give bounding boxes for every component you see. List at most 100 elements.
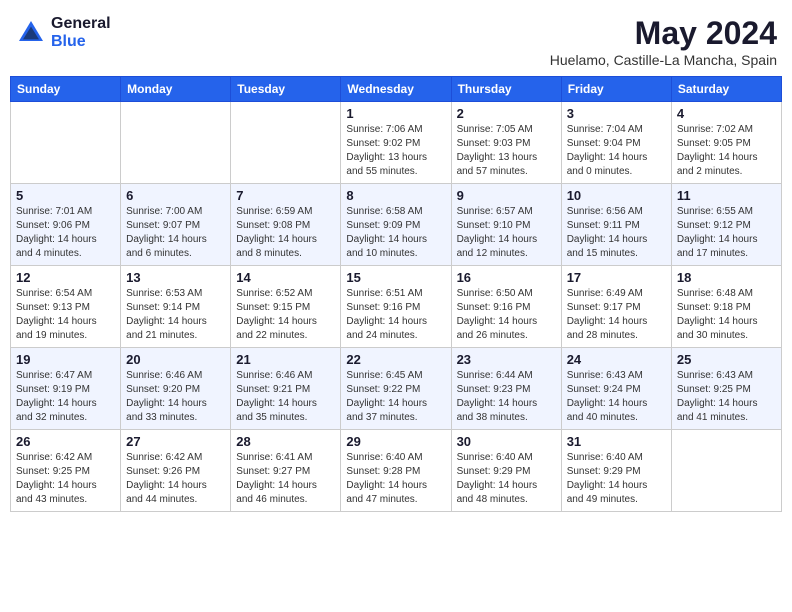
day-info: Sunrise: 7:05 AM Sunset: 9:03 PM Dayligh… xyxy=(457,123,556,179)
calendar-cell: 21Sunrise: 6:46 AM Sunset: 9:21 PM Dayli… xyxy=(231,348,341,430)
day-info: Sunrise: 6:51 AM Sunset: 9:16 PM Dayligh… xyxy=(346,287,445,343)
calendar-cell: 1 Sunrise: 7:06 AM Sunset: 9:02 PM Daylig… xyxy=(341,102,451,184)
calendar-cell: 25 Sunrise: 6:43 AM Sunset: 9:25 PM Dayli… xyxy=(671,348,781,430)
day-number: 30 xyxy=(457,434,556,449)
calendar-cell: 29 Sunrise: 6:40 AM Sunset: 9:28 PM Dayli… xyxy=(341,430,451,512)
calendar-cell: 14 Sunrise: 6:52 AM Sunset: 9:15 PM Dayli… xyxy=(231,266,341,348)
day-info: Sunrise: 6:57 AM Sunset: 9:10 PM Dayligh… xyxy=(457,205,556,261)
month-year: May 2024 xyxy=(550,15,777,52)
calendar-cell: 8 Sunrise: 6:58 AM Sunset: 9:09 PM Daylig… xyxy=(341,184,451,266)
calendar-week-row: 19Sunrise: 6:47 AM Sunset: 9:19 PM Dayli… xyxy=(11,348,782,430)
day-info: Sunrise: 7:02 AM Sunset: 9:05 PM Dayligh… xyxy=(677,123,776,179)
day-info: Sunrise: 6:43 AM Sunset: 9:25 PM Dayligh… xyxy=(677,369,776,425)
calendar-cell: 6 Sunrise: 7:00 AM Sunset: 9:07 PM Daylig… xyxy=(121,184,231,266)
day-info: Sunrise: 6:59 AM Sunset: 9:08 PM Dayligh… xyxy=(236,205,335,261)
calendar-cell: 19Sunrise: 6:47 AM Sunset: 9:19 PM Dayli… xyxy=(11,348,121,430)
day-number: 2 xyxy=(457,106,556,121)
calendar-cell: 20 Sunrise: 6:46 AM Sunset: 9:20 PM Dayli… xyxy=(121,348,231,430)
calendar-cell: 15 Sunrise: 6:51 AM Sunset: 9:16 PM Dayli… xyxy=(341,266,451,348)
day-info: Sunrise: 6:41 AM Sunset: 9:27 PM Dayligh… xyxy=(236,451,335,507)
day-number: 15 xyxy=(346,270,445,285)
day-number: 11 xyxy=(677,188,776,203)
day-info: Sunrise: 7:04 AM Sunset: 9:04 PM Dayligh… xyxy=(567,123,666,179)
calendar-cell: 10 Sunrise: 6:56 AM Sunset: 9:11 PM Dayli… xyxy=(561,184,671,266)
calendar-cell: 2 Sunrise: 7:05 AM Sunset: 9:03 PM Daylig… xyxy=(451,102,561,184)
calendar-header-saturday: Saturday xyxy=(671,77,781,102)
calendar-cell xyxy=(231,102,341,184)
calendar-week-row: 1 Sunrise: 7:06 AM Sunset: 9:02 PM Daylig… xyxy=(11,102,782,184)
day-number: 3 xyxy=(567,106,666,121)
day-number: 1 xyxy=(346,106,445,121)
logo: General Blue xyxy=(15,15,111,50)
calendar-cell: 27Sunrise: 6:42 AM Sunset: 9:26 PM Dayli… xyxy=(121,430,231,512)
calendar-cell xyxy=(671,430,781,512)
day-info: Sunrise: 6:46 AM Sunset: 9:20 PM Dayligh… xyxy=(126,369,225,425)
calendar-cell: 31 Sunrise: 6:40 AM Sunset: 9:29 PM Dayli… xyxy=(561,430,671,512)
calendar-week-row: 26 Sunrise: 6:42 AM Sunset: 9:25 PM Dayli… xyxy=(11,430,782,512)
day-number: 9 xyxy=(457,188,556,203)
calendar-header-sunday: Sunday xyxy=(11,77,121,102)
calendar-header-thursday: Thursday xyxy=(451,77,561,102)
calendar-cell xyxy=(11,102,121,184)
calendar-cell: 16 Sunrise: 6:50 AM Sunset: 9:16 PM Dayli… xyxy=(451,266,561,348)
calendar-cell xyxy=(121,102,231,184)
day-info: Sunrise: 6:44 AM Sunset: 9:23 PM Dayligh… xyxy=(457,369,556,425)
day-info: Sunrise: 6:49 AM Sunset: 9:17 PM Dayligh… xyxy=(567,287,666,343)
location: Huelamo, Castille-La Mancha, Spain xyxy=(550,52,777,68)
day-info: Sunrise: 6:48 AM Sunset: 9:18 PM Dayligh… xyxy=(677,287,776,343)
day-number: 8 xyxy=(346,188,445,203)
calendar-cell: 11Sunrise: 6:55 AM Sunset: 9:12 PM Dayli… xyxy=(671,184,781,266)
calendar-cell: 30 Sunrise: 6:40 AM Sunset: 9:29 PM Dayli… xyxy=(451,430,561,512)
day-number: 27 xyxy=(126,434,225,449)
day-info: Sunrise: 6:40 AM Sunset: 9:29 PM Dayligh… xyxy=(457,451,556,507)
day-number: 19 xyxy=(16,352,115,367)
calendar-cell: 12Sunrise: 6:54 AM Sunset: 9:13 PM Dayli… xyxy=(11,266,121,348)
day-number: 20 xyxy=(126,352,225,367)
day-number: 23 xyxy=(457,352,556,367)
day-info: Sunrise: 6:50 AM Sunset: 9:16 PM Dayligh… xyxy=(457,287,556,343)
day-number: 5 xyxy=(16,188,115,203)
day-number: 31 xyxy=(567,434,666,449)
calendar-week-row: 5Sunrise: 7:01 AM Sunset: 9:06 PM Daylig… xyxy=(11,184,782,266)
calendar-cell: 23 Sunrise: 6:44 AM Sunset: 9:23 PM Dayli… xyxy=(451,348,561,430)
day-info: Sunrise: 6:40 AM Sunset: 9:28 PM Dayligh… xyxy=(346,451,445,507)
day-number: 6 xyxy=(126,188,225,203)
logo-blue-text: Blue xyxy=(51,33,111,51)
day-info: Sunrise: 6:42 AM Sunset: 9:25 PM Dayligh… xyxy=(16,451,115,507)
day-number: 28 xyxy=(236,434,335,449)
day-info: Sunrise: 6:56 AM Sunset: 9:11 PM Dayligh… xyxy=(567,205,666,261)
calendar-week-row: 12Sunrise: 6:54 AM Sunset: 9:13 PM Dayli… xyxy=(11,266,782,348)
day-number: 14 xyxy=(236,270,335,285)
calendar-cell: 22 Sunrise: 6:45 AM Sunset: 9:22 PM Dayli… xyxy=(341,348,451,430)
calendar-cell: 18Sunrise: 6:48 AM Sunset: 9:18 PM Dayli… xyxy=(671,266,781,348)
page-header: General Blue May 2024 Huelamo, Castille-… xyxy=(10,10,782,68)
day-info: Sunrise: 6:54 AM Sunset: 9:13 PM Dayligh… xyxy=(16,287,115,343)
day-info: Sunrise: 6:46 AM Sunset: 9:21 PM Dayligh… xyxy=(236,369,335,425)
day-number: 13 xyxy=(126,270,225,285)
day-info: Sunrise: 6:52 AM Sunset: 9:15 PM Dayligh… xyxy=(236,287,335,343)
day-number: 29 xyxy=(346,434,445,449)
day-info: Sunrise: 7:06 AM Sunset: 9:02 PM Dayligh… xyxy=(346,123,445,179)
day-info: Sunrise: 6:58 AM Sunset: 9:09 PM Dayligh… xyxy=(346,205,445,261)
day-number: 25 xyxy=(677,352,776,367)
title-block: May 2024 Huelamo, Castille-La Mancha, Sp… xyxy=(550,15,777,68)
day-info: Sunrise: 7:00 AM Sunset: 9:07 PM Dayligh… xyxy=(126,205,225,261)
calendar-cell: 26 Sunrise: 6:42 AM Sunset: 9:25 PM Dayli… xyxy=(11,430,121,512)
logo-general-text: General xyxy=(51,15,111,33)
calendar-header-tuesday: Tuesday xyxy=(231,77,341,102)
calendar-cell: 17 Sunrise: 6:49 AM Sunset: 9:17 PM Dayli… xyxy=(561,266,671,348)
day-number: 16 xyxy=(457,270,556,285)
calendar-cell: 7 Sunrise: 6:59 AM Sunset: 9:08 PM Daylig… xyxy=(231,184,341,266)
logo-icon xyxy=(15,17,47,49)
day-number: 17 xyxy=(567,270,666,285)
day-info: Sunrise: 6:45 AM Sunset: 9:22 PM Dayligh… xyxy=(346,369,445,425)
day-info: Sunrise: 6:40 AM Sunset: 9:29 PM Dayligh… xyxy=(567,451,666,507)
day-number: 22 xyxy=(346,352,445,367)
calendar-cell: 4Sunrise: 7:02 AM Sunset: 9:05 PM Daylig… xyxy=(671,102,781,184)
day-number: 26 xyxy=(16,434,115,449)
day-number: 7 xyxy=(236,188,335,203)
day-info: Sunrise: 6:43 AM Sunset: 9:24 PM Dayligh… xyxy=(567,369,666,425)
day-info: Sunrise: 6:53 AM Sunset: 9:14 PM Dayligh… xyxy=(126,287,225,343)
day-number: 10 xyxy=(567,188,666,203)
calendar-table: SundayMondayTuesdayWednesdayThursdayFrid… xyxy=(10,76,782,512)
